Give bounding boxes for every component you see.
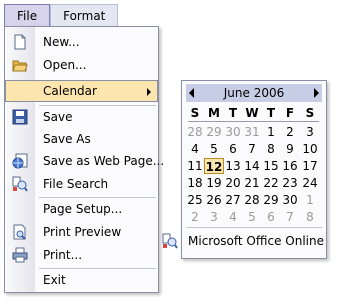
calendar-month-label: June 2006 (223, 86, 285, 100)
calendar-day[interactable]: 1 (261, 124, 281, 140)
menu-item-label: Save (43, 110, 73, 124)
calendar-day[interactable]: 18 (185, 175, 205, 191)
menu-item-label: File Search (43, 177, 109, 191)
menu-item-page-setup[interactable]: Page Setup... (5, 198, 158, 220)
calendar-day[interactable]: 20 (223, 175, 243, 191)
calendar-divider (188, 121, 319, 122)
file-search-icon (12, 176, 28, 192)
menu-bar: File Format (4, 4, 119, 28)
menu-file[interactable]: File (4, 4, 51, 27)
menu-item-save[interactable]: Save (5, 106, 158, 128)
menu-item-new[interactable]: New... (5, 31, 158, 53)
calendar-day[interactable]: 2 (185, 209, 205, 225)
calendar-day[interactable]: 15 (261, 158, 281, 174)
calendar-day[interactable]: 6 (223, 141, 243, 157)
calendar-submenu: June 2006 SMTWTFS 28 29 30 31 1 2 3 4 5 6 7 8 9 10 11 1… (181, 80, 327, 259)
menu-item-open[interactable]: Open... (5, 54, 158, 76)
calendar-day[interactable]: 1 (300, 192, 320, 208)
calendar-day[interactable]: 17 (300, 158, 320, 174)
calendar-day[interactable]: 13 (223, 158, 243, 174)
calendar-day[interactable]: 12 (204, 158, 224, 174)
calendar-day[interactable]: 8 (261, 141, 281, 157)
weekday-label: S (190, 106, 200, 120)
calendar-day[interactable]: 9 (280, 141, 300, 157)
next-month-icon[interactable] (314, 88, 319, 98)
calendar-day[interactable]: 21 (242, 175, 262, 191)
menu-item-label: Calendar (43, 84, 97, 98)
calendar-day[interactable]: 24 (300, 175, 320, 191)
printer-icon (12, 247, 28, 263)
menu-item-label: Save As (43, 132, 91, 146)
office-online-icon (162, 233, 178, 249)
calendar-day[interactable]: 10 (300, 141, 320, 157)
calendar-day[interactable]: 16 (280, 158, 300, 174)
calendar-day[interactable]: 8 (300, 209, 320, 225)
calendar-day[interactable]: 25 (185, 192, 205, 208)
calendar-day[interactable]: 3 (204, 209, 224, 225)
menu-item-print-preview[interactable]: Print Preview (5, 221, 158, 243)
menu-item-label: Exit (43, 273, 66, 287)
calendar-day[interactable]: 22 (261, 175, 281, 191)
weekday-label: S (305, 106, 315, 120)
menu-item-label: Save as Web Page... (43, 154, 165, 168)
menu-item-label: New... (43, 35, 80, 49)
menu-item-exit[interactable]: Exit (5, 269, 158, 291)
calendar-day[interactable]: 23 (280, 175, 300, 191)
calendar-day[interactable]: 19 (204, 175, 224, 191)
calendar-day[interactable]: 3 (300, 124, 320, 140)
calendar-day[interactable]: 2 (280, 124, 300, 140)
calendar-day[interactable]: 7 (280, 209, 300, 225)
weekday-label: T (266, 106, 276, 120)
calendar-day[interactable]: 26 (204, 192, 224, 208)
menu-format[interactable]: Format (50, 4, 119, 28)
menu-item-label: Open... (43, 58, 87, 72)
menu-item-label: Print Preview (43, 225, 122, 239)
calendar-header: June 2006 (186, 84, 322, 102)
calendar-day[interactable]: 30 (223, 124, 243, 140)
menu-item-file-search[interactable]: File Search (5, 173, 158, 195)
calendar-day[interactable]: 4 (223, 209, 243, 225)
new-document-icon (12, 34, 28, 50)
submenu-arrow-icon (147, 88, 151, 96)
calendar-day[interactable]: 5 (204, 141, 224, 157)
weekday-label: F (285, 106, 295, 120)
menu-item-label: Page Setup... (43, 202, 123, 216)
weekday-label: M (208, 106, 220, 120)
calendar-day[interactable]: 30 (280, 192, 300, 208)
web-page-icon (12, 153, 28, 169)
open-folder-icon (12, 57, 28, 73)
file-menu: New... Open... Calendar Save Save As Sav… (4, 26, 164, 293)
calendar-day[interactable]: 28 (185, 124, 205, 140)
menu-item-label: Print... (43, 248, 83, 262)
menu-item-print[interactable]: Print... (5, 244, 158, 266)
menu-item-save-as[interactable]: Save As (5, 128, 158, 150)
calendar-day[interactable]: 11 (185, 158, 205, 174)
calendar-day[interactable]: 5 (242, 209, 262, 225)
calendar-day[interactable]: 29 (261, 192, 281, 208)
weekday-label: W (245, 106, 259, 120)
calendar-day[interactable]: 4 (185, 141, 205, 157)
calendar-day[interactable]: 6 (261, 209, 281, 225)
calendar-day[interactable]: 27 (223, 192, 243, 208)
calendar-day[interactable]: 14 (242, 158, 262, 174)
weekday-label: T (228, 106, 238, 120)
menu-item-calendar[interactable]: Calendar (5, 80, 158, 102)
menu-item-save-as-web-page[interactable]: Save as Web Page... (5, 150, 164, 172)
print-preview-icon (12, 224, 28, 240)
save-icon (12, 109, 28, 125)
calendar-day[interactable]: 7 (242, 141, 262, 157)
calendar-day[interactable]: 28 (242, 192, 262, 208)
microsoft-office-online-link[interactable]: Microsoft Office Online (188, 233, 324, 249)
calendar-day[interactable]: 29 (204, 124, 224, 140)
calendar-day[interactable]: 31 (242, 124, 262, 140)
menu-separator (186, 227, 322, 228)
